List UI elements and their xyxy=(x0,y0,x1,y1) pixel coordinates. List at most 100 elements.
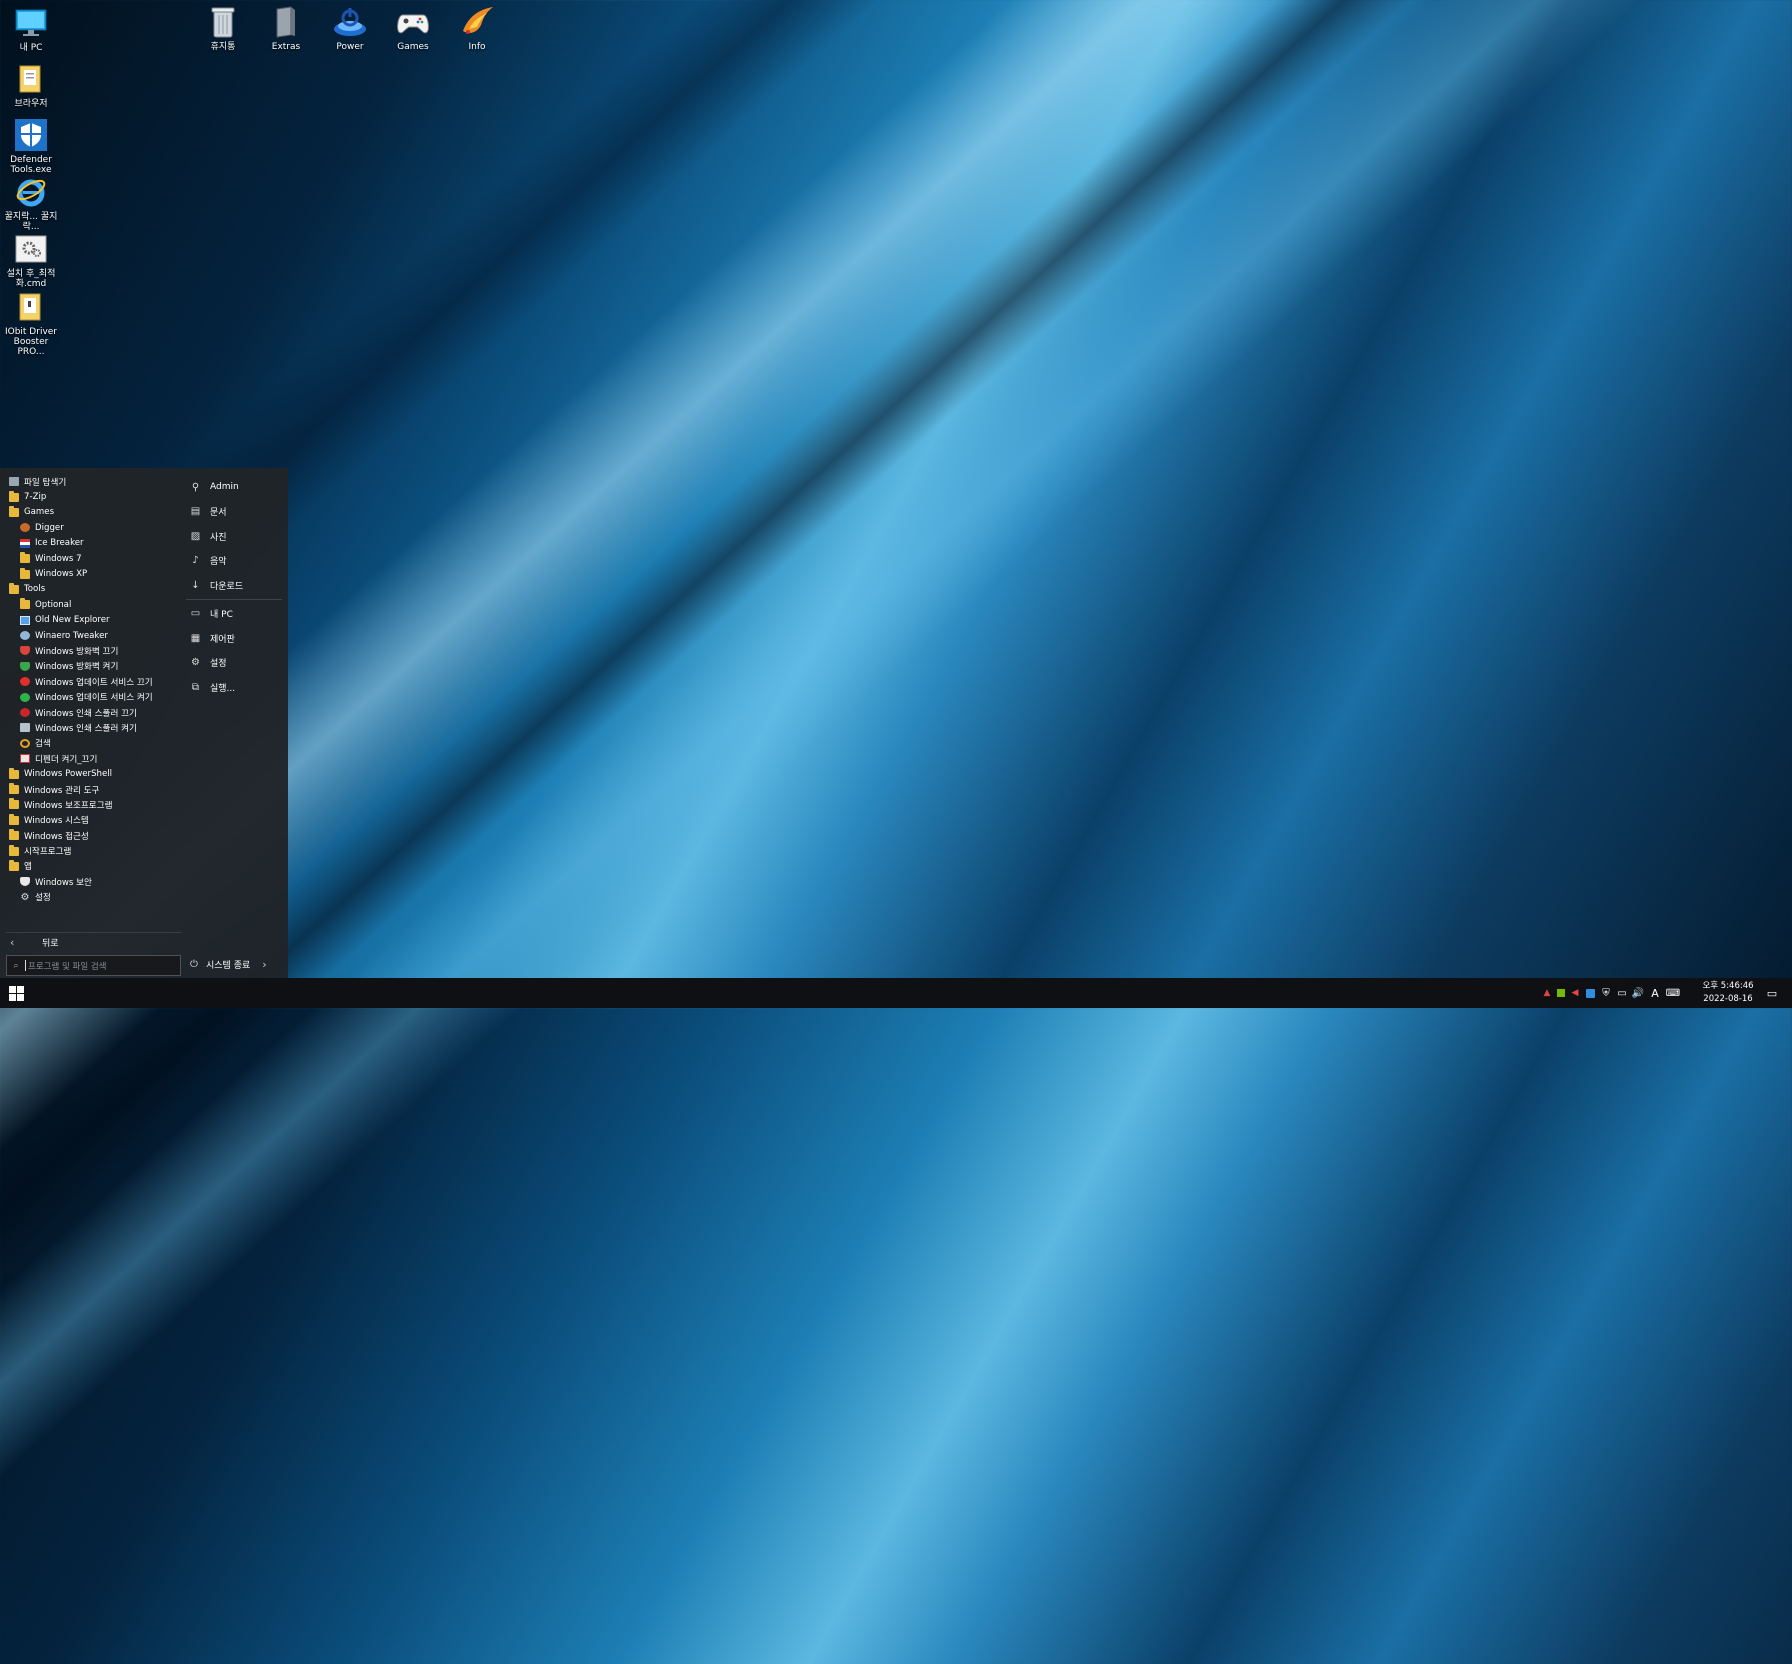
clock[interactable]: 오후 5:46:46 2022-08-16 xyxy=(1694,980,1762,1006)
clock-time: 오후 5:46:46 xyxy=(1702,981,1754,991)
gamepad-icon xyxy=(395,5,431,39)
bluetooth-icon[interactable] xyxy=(1582,988,1598,998)
program-list: 파일 탐색기 7-Zip Games Digger Ice Breaker Wi… xyxy=(0,474,182,905)
monitor-icon xyxy=(13,6,49,40)
nvidia-icon[interactable] xyxy=(1554,989,1568,997)
desktop-icon-browser[interactable]: 브라우저 xyxy=(0,62,62,109)
folder-icon xyxy=(9,813,19,825)
recycle-bin-icon xyxy=(205,5,241,39)
program-item[interactable]: 앱 xyxy=(0,859,182,874)
desktop-icon-defender-tools[interactable]: Defender Tools.exe xyxy=(0,118,62,175)
desktop-icon-setup-cmd[interactable]: 설치 후_최적화.cmd xyxy=(0,232,62,289)
place-control-panel[interactable]: ▦ 제어판 xyxy=(186,626,286,651)
notification-icon: ▭ xyxy=(1766,986,1778,1000)
shield-white-icon xyxy=(20,877,30,887)
tray-chevron-icon[interactable]: ▲ xyxy=(1540,988,1554,998)
place-pictures[interactable]: ▨ 사진 xyxy=(186,524,286,549)
desktop-icon-recycle-bin[interactable]: 휴지통 xyxy=(192,5,254,52)
back-button[interactable]: ‹ 뒤로 xyxy=(6,932,182,951)
desktop-icon-ie-shortcut[interactable]: 꿀지락... 꿀지락... xyxy=(0,175,62,232)
program-item[interactable]: Windows 업데이트 서비스 켜기 xyxy=(0,689,182,704)
program-item[interactable]: Windows 보조프로그램 xyxy=(0,797,182,812)
program-item[interactable]: Windows 7 xyxy=(0,551,182,566)
bird-icon xyxy=(459,5,495,39)
program-item[interactable]: Windows 인쇄 스풀러 켜기 xyxy=(0,720,182,735)
document-icon: ▤ xyxy=(190,506,201,518)
place-settings[interactable]: ⚙ 설정 xyxy=(186,651,286,676)
place-my-pc[interactable]: ▭ 내 PC xyxy=(186,602,286,627)
program-item[interactable]: Windows 접근성 xyxy=(0,828,182,843)
desktop-icon-extras[interactable]: Extras xyxy=(255,5,317,52)
place-music[interactable]: ♪ 음악 xyxy=(186,549,286,574)
ime-indicator[interactable]: A xyxy=(1646,987,1664,1000)
x-circle-icon xyxy=(20,677,30,687)
search-icon xyxy=(20,738,30,748)
program-item[interactable]: Windows 시스템 xyxy=(0,813,182,828)
volume-mute-icon[interactable]: ◀ xyxy=(1568,988,1582,998)
book-icon xyxy=(268,5,304,39)
folder-icon xyxy=(9,767,19,779)
speaker-icon[interactable]: 🔊 xyxy=(1630,988,1646,999)
program-item[interactable]: 7-Zip xyxy=(0,489,182,504)
program-item[interactable]: 검색 xyxy=(0,736,182,751)
run-icon: ⧉ xyxy=(191,681,200,693)
no-entry-icon xyxy=(20,708,30,718)
notification-button[interactable]: ▭ xyxy=(1760,978,1784,1008)
place-run[interactable]: ⧉ 실행... xyxy=(186,675,286,700)
program-item[interactable]: Windows 방화벽 켜기 xyxy=(0,659,182,674)
user-icon: ⚲ xyxy=(191,481,200,493)
download-icon: ↓ xyxy=(191,579,200,591)
place-downloads[interactable]: ↓ 다운로드 xyxy=(186,573,286,598)
program-item[interactable]: Optional xyxy=(0,597,182,612)
shutdown-button[interactable]: ⏻ 시스템 종료 › xyxy=(190,955,280,974)
place-documents[interactable]: ▤ 문서 xyxy=(186,500,286,525)
folder-doc-icon xyxy=(13,62,49,96)
gear-icon: ⚙ xyxy=(191,657,200,669)
place-admin[interactable]: ⚲ Admin xyxy=(186,475,286,500)
folder-icon xyxy=(9,783,19,794)
program-item[interactable]: Ice Breaker xyxy=(0,536,182,551)
search-icon: ⌕ xyxy=(13,960,19,971)
folder-icon xyxy=(20,598,30,610)
printer-icon xyxy=(20,723,30,733)
program-item[interactable]: ⚙ 설정 xyxy=(0,890,182,905)
desktop-icon-power[interactable]: Power xyxy=(319,5,381,52)
folder-icon xyxy=(9,490,19,502)
flag-icon xyxy=(20,538,30,548)
program-item[interactable]: Tools xyxy=(0,582,182,597)
digger-icon xyxy=(20,523,30,533)
desktop-icon-iobit[interactable]: IObit Driver Booster PRO... xyxy=(0,290,62,357)
keyboard-icon[interactable]: ⌨ xyxy=(1664,988,1682,999)
search-input[interactable]: ⌕ 프로그램 및 파일 검색 xyxy=(6,955,181,976)
program-item[interactable]: 시작프로그램 xyxy=(0,843,182,858)
program-item[interactable]: Windows 인쇄 스풀러 끄기 xyxy=(0,705,182,720)
program-item[interactable]: Windows XP xyxy=(0,566,182,581)
program-item[interactable]: Windows 보안 xyxy=(0,874,182,889)
program-item[interactable]: Games xyxy=(0,505,182,520)
system-tray: ▲ ◀ ⛨ ▭ 🔊 A ⌨ xyxy=(1540,978,1682,1008)
program-item[interactable]: 디펜더 켜기_끄기 xyxy=(0,751,182,766)
program-item[interactable]: Windows 관리 도구 xyxy=(0,782,182,797)
program-item[interactable]: Windows 업데이트 서비스 끄기 xyxy=(0,674,182,689)
program-item[interactable]: Winaero Tweaker xyxy=(0,628,182,643)
program-item[interactable]: Windows PowerShell xyxy=(0,766,182,781)
check-circle-icon xyxy=(20,692,30,702)
desktop-icon-games[interactable]: Games xyxy=(382,5,444,52)
tweaker-icon xyxy=(20,631,30,641)
start-button[interactable] xyxy=(0,978,32,1008)
windows-logo-icon xyxy=(8,985,24,1001)
program-item[interactable]: Windows 방화벽 끄기 xyxy=(0,643,182,658)
program-item[interactable]: Digger xyxy=(0,520,182,535)
gear-file-icon xyxy=(13,232,49,266)
folder-icon xyxy=(9,844,19,856)
program-item[interactable]: Old New Explorer xyxy=(0,613,182,628)
windows-security-icon[interactable]: ⛨ xyxy=(1598,988,1614,999)
picture-icon: ▨ xyxy=(190,530,201,542)
folder-icon xyxy=(9,505,19,517)
desktop-icon-info[interactable]: Info xyxy=(446,5,508,52)
program-item[interactable]: 파일 탐색기 xyxy=(0,474,182,489)
ie-icon xyxy=(13,175,49,209)
folder-icon xyxy=(9,859,19,871)
desktop-icon-my-pc[interactable]: 내 PC xyxy=(0,6,62,53)
network-icon[interactable]: ▭ xyxy=(1614,988,1630,999)
